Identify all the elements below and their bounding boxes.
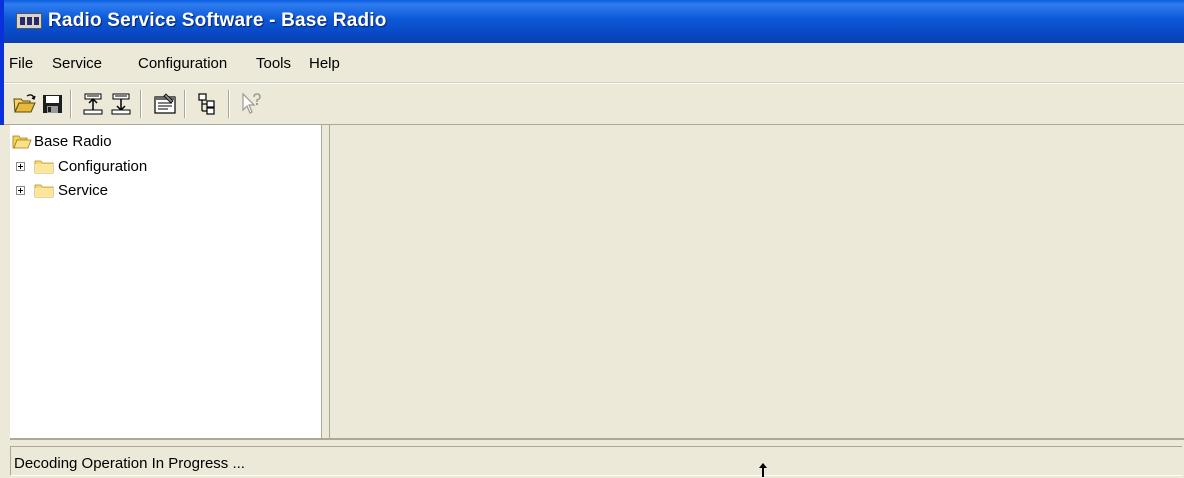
tree-node-service[interactable]: Service — [12, 181, 312, 201]
navigation-tree[interactable]: Base Radio Configuration Service — [10, 125, 322, 438]
tree-node-configuration[interactable]: Configuration — [12, 157, 312, 177]
app-icon[interactable] — [16, 13, 42, 29]
open-folder-icon — [12, 135, 32, 149]
toolbar-separator — [228, 90, 230, 118]
context-help-icon[interactable] — [238, 91, 264, 117]
tree-node-label: Service — [58, 182, 109, 199]
menu-bar: File Service Configuration Tools Help — [0, 43, 1184, 83]
menu-service[interactable]: Service — [52, 55, 102, 72]
status-bar: Decoding Operation In Progress ... — [10, 438, 1184, 478]
title-bar[interactable]: Radio Service Software - Base Radio — [0, 0, 1184, 43]
save-icon[interactable] — [40, 91, 66, 117]
properties-icon[interactable] — [152, 91, 178, 117]
pane-splitter[interactable] — [322, 125, 330, 438]
window-frame-left — [0, 125, 10, 478]
tree-view-icon[interactable] — [196, 91, 222, 117]
download-icon[interactable] — [108, 91, 134, 117]
content-pane — [330, 125, 1184, 438]
folder-icon — [34, 184, 54, 198]
tree-root-base-radio[interactable]: Base Radio — [12, 132, 312, 152]
tree-node-label: Configuration — [58, 158, 148, 175]
status-text: Decoding Operation In Progress ... — [14, 455, 245, 472]
window-title: Radio Service Software - Base Radio — [48, 10, 387, 31]
upload-icon[interactable] — [80, 91, 106, 117]
main-window: Radio Service Software - Base Radio File… — [0, 0, 1184, 478]
toolbar — [0, 83, 1184, 125]
expand-plus-icon[interactable] — [16, 186, 25, 195]
toolbar-separator — [184, 90, 186, 118]
menu-tools[interactable]: Tools — [256, 55, 291, 72]
mouse-cursor-icon — [759, 463, 767, 477]
open-folder-icon[interactable] — [12, 91, 38, 117]
folder-icon — [34, 160, 54, 174]
menu-help[interactable]: Help — [309, 55, 340, 72]
menu-file[interactable]: File — [9, 55, 33, 72]
expand-plus-icon[interactable] — [16, 162, 25, 171]
toolbar-separator — [70, 90, 72, 118]
toolbar-separator — [140, 90, 142, 118]
tree-root-label: Base Radio — [34, 133, 112, 150]
menu-configuration[interactable]: Configuration — [138, 55, 227, 72]
